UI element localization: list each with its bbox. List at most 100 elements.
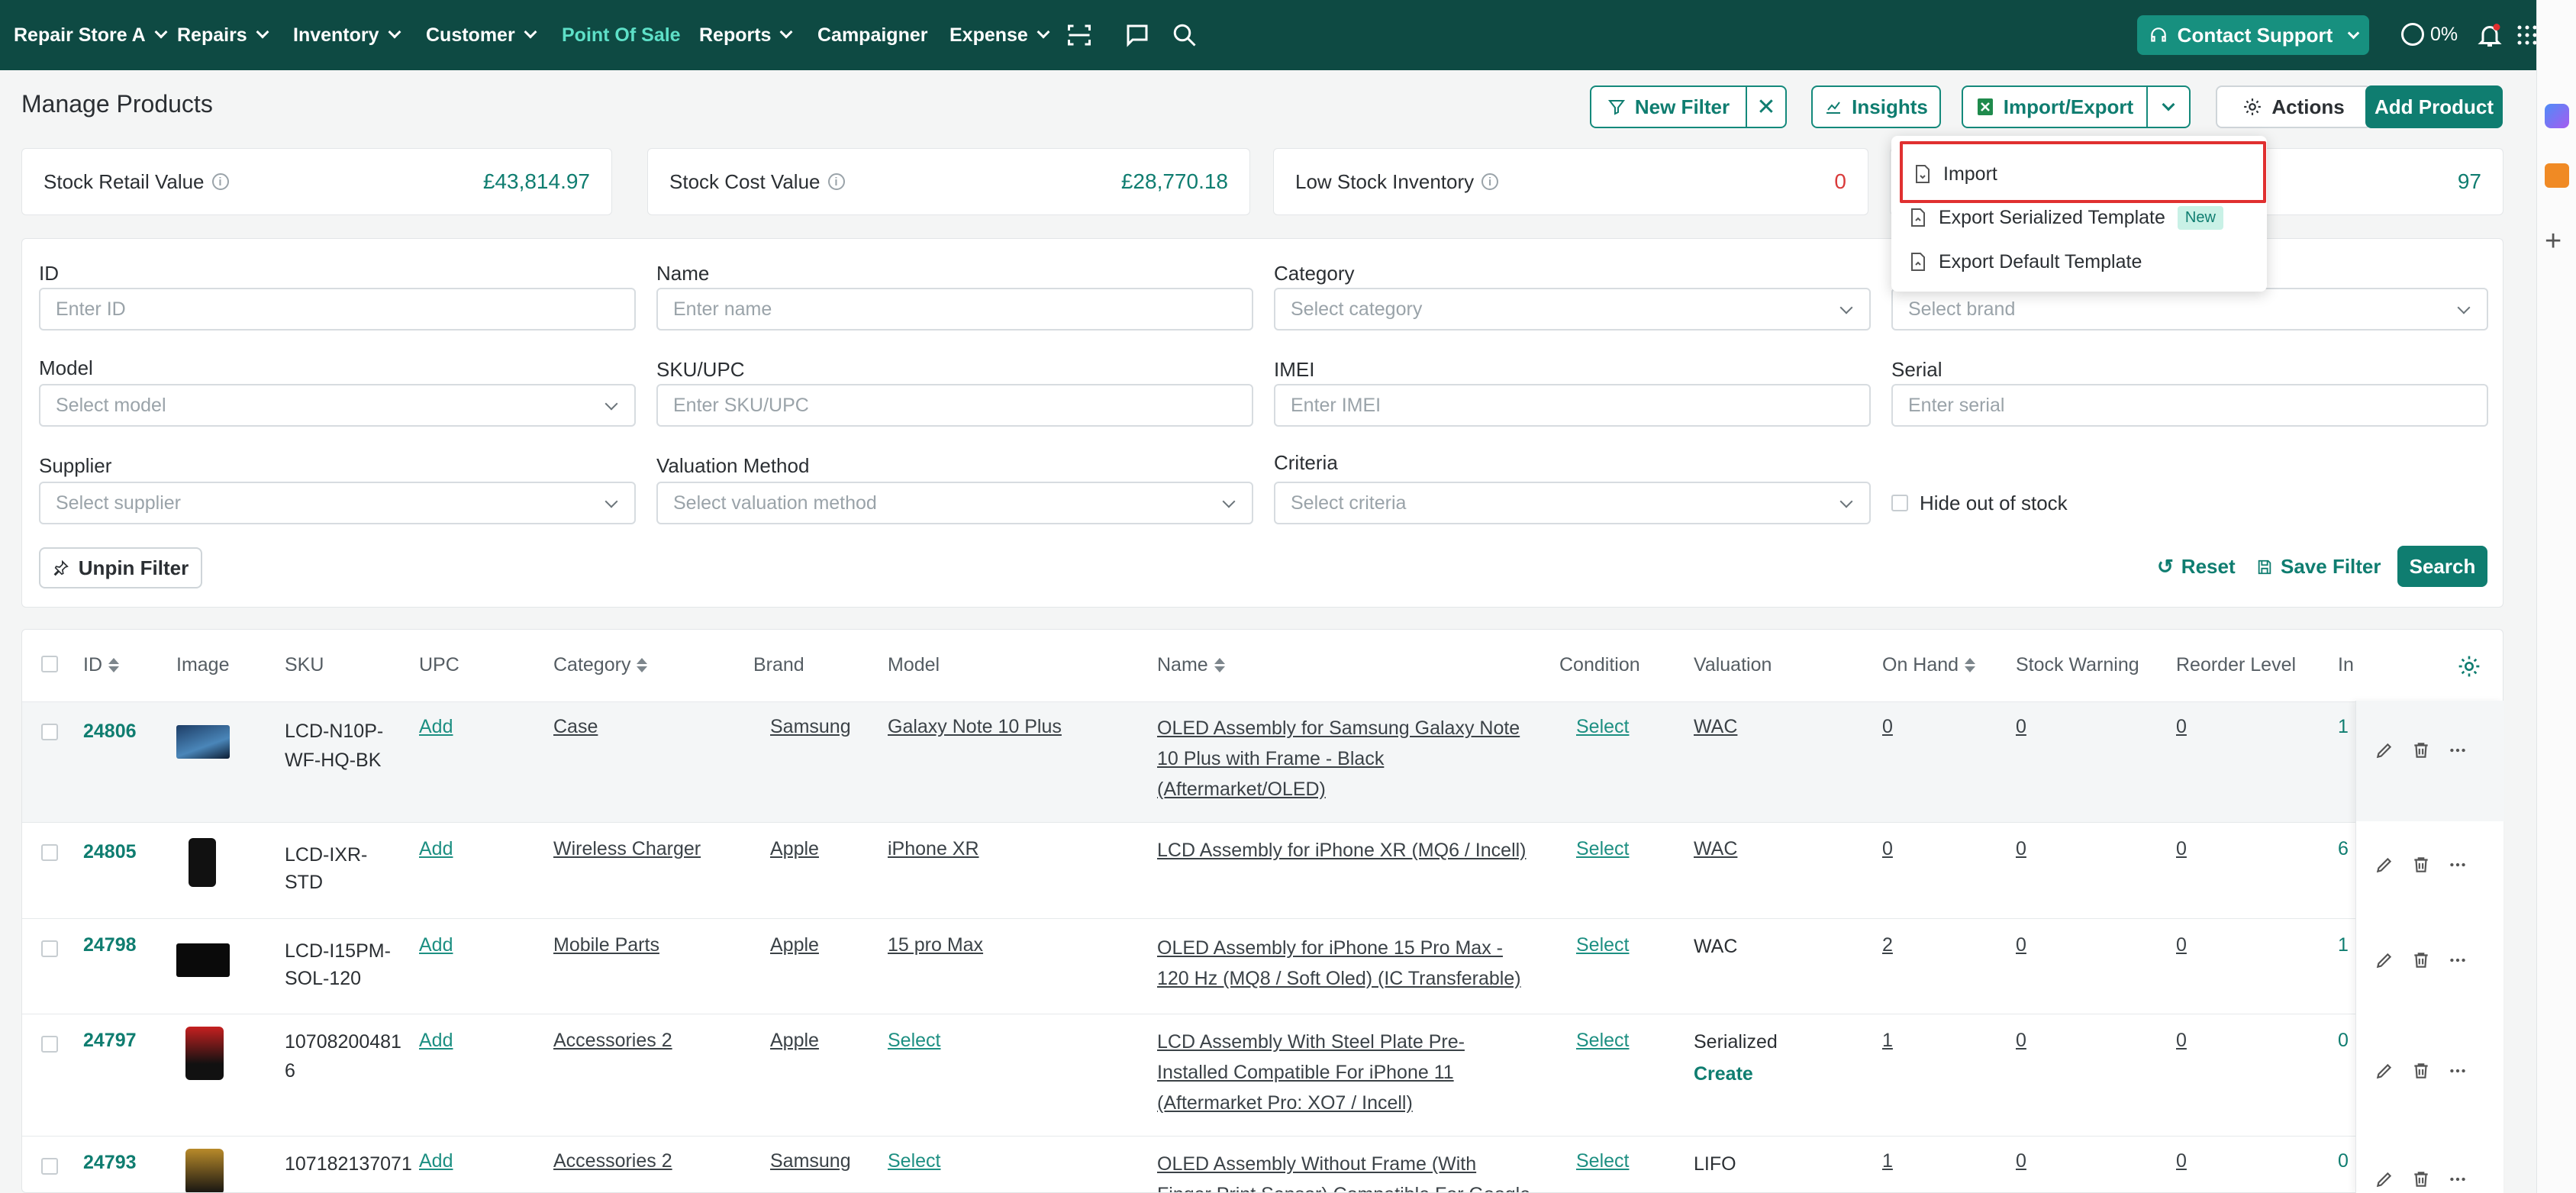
product-image[interactable] [185,1149,224,1192]
chat-icon[interactable] [1124,21,1151,49]
contact-support-button[interactable]: Contact Support [2137,15,2369,55]
row-model-link[interactable]: Galaxy Note 10 Plus [888,711,1062,742]
bell-icon[interactable] [2476,21,2503,49]
row-checkbox[interactable] [41,1036,58,1053]
product-image[interactable] [185,1027,224,1080]
more-icon[interactable] [2448,1061,2468,1081]
trash-icon[interactable] [2411,855,2431,875]
row-on-hand[interactable]: 0 [1882,833,1893,864]
row-upc-add-link[interactable]: Add [419,930,453,960]
trash-icon[interactable] [2411,950,2431,970]
sku-input[interactable]: Enter SKU/UPC [656,384,1253,427]
row-checkbox[interactable] [41,940,58,957]
category-select[interactable]: Select category [1274,288,1871,330]
table-row[interactable]: 24793 107182137071 Add Accessories 2 Sam… [22,1136,2503,1192]
search-button[interactable]: Search [2397,546,2487,587]
row-condition-select[interactable]: Select [1576,930,1629,960]
save-filter-button[interactable]: Save Filter [2256,555,2381,579]
name-input[interactable]: Enter name [656,288,1253,330]
row-name-line2[interactable]: 10 Plus with Frame - Black [1157,743,1384,774]
unpin-filter-button[interactable]: Unpin Filter [39,547,202,588]
row-stock-warning[interactable]: 0 [2016,711,2026,742]
row-on-hand[interactable]: 1 [1882,1146,1893,1176]
row-upc-add-link[interactable]: Add [419,711,453,742]
row-condition-select[interactable]: Select [1576,1025,1629,1056]
row-category-link[interactable]: Case [553,711,598,742]
row-checkbox[interactable] [41,724,58,740]
edit-icon[interactable] [2374,855,2394,875]
col-header-id[interactable]: ID [83,654,119,676]
valuation-select[interactable]: Select valuation method [656,482,1253,524]
product-image[interactable] [176,725,230,759]
nav-customer[interactable]: Customer [426,0,537,70]
row-create-link[interactable]: Create [1694,1059,1753,1089]
imei-input[interactable]: Enter IMEI [1274,384,1871,427]
row-name-line3[interactable]: (Aftermarket Pro: XO7 / Incell) [1157,1088,1413,1118]
nav-expense[interactable]: Expense [949,0,1050,70]
row-stock-warning[interactable]: 0 [2016,833,2026,864]
row-upc-add-link[interactable]: Add [419,1146,453,1176]
nav-reports[interactable]: Reports [699,0,793,70]
nav-point-of-sale[interactable]: Point Of Sale [562,0,681,70]
row-reorder-level[interactable]: 0 [2176,1025,2187,1056]
new-filter-button[interactable]: New Filter [1590,85,1747,128]
clear-filter-button[interactable]: ✕ [1746,85,1787,128]
reset-button[interactable]: ↺ Reset [2157,555,2236,579]
row-brand-link[interactable]: Samsung [770,711,851,742]
copilot-icon[interactable] [2545,104,2569,128]
row-brand-link[interactable]: Apple [770,833,819,864]
info-icon[interactable]: i [211,173,229,190]
info-icon[interactable]: i [1481,173,1499,190]
more-icon[interactable] [2448,950,2468,970]
row-upc-add-link[interactable]: Add [419,833,453,864]
row-category-link[interactable]: Accessories 2 [553,1025,672,1056]
row-name-line1[interactable]: OLED Assembly for Samsung Galaxy Note [1157,713,1520,743]
apps-grid-icon[interactable] [2516,21,2539,49]
row-brand-link[interactable]: Samsung [770,1146,851,1176]
row-condition-select[interactable]: Select [1576,833,1629,864]
row-name-line1[interactable]: LCD Assembly for iPhone XR (MQ6 / Incell… [1157,835,1527,866]
row-condition-select[interactable]: Select [1576,1146,1629,1176]
id-input[interactable]: Enter ID [39,288,636,330]
progress-indicator[interactable]: 0% [2401,23,2458,46]
notes-icon[interactable] [2545,163,2569,188]
row-name-line2[interactable]: Finger Print Sensor) Compatible For Goog… [1157,1179,1530,1192]
row-on-hand[interactable]: 2 [1882,930,1893,960]
row-name-line3[interactable]: (Aftermarket/OLED) [1157,774,1326,804]
edit-icon[interactable] [2374,740,2394,760]
import-export-button[interactable]: Import/Export [1962,85,2148,128]
hide-out-of-stock-checkbox[interactable] [1891,495,1908,511]
info-icon[interactable]: i [827,173,845,190]
row-brand-link[interactable]: Apple [770,930,819,960]
row-upc-add-link[interactable]: Add [419,1025,453,1056]
nav-campaigner[interactable]: Campaigner [817,0,927,70]
more-icon[interactable] [2448,740,2468,760]
row-category-link[interactable]: Mobile Parts [553,930,659,960]
row-reorder-level[interactable]: 0 [2176,930,2187,960]
add-product-button[interactable]: Add Product [2365,85,2503,128]
row-name-line1[interactable]: LCD Assembly With Steel Plate Pre- [1157,1027,1465,1057]
row-name-line1[interactable]: OLED Assembly for iPhone 15 Pro Max - [1157,933,1503,963]
row-name-line2[interactable]: Installed Compatible For iPhone 11 [1157,1057,1454,1088]
column-settings-gear-icon[interactable] [2457,654,2481,679]
actions-button[interactable]: Actions [2216,85,2371,128]
select-all-checkbox[interactable] [41,656,58,672]
row-on-hand[interactable]: 1 [1882,1025,1893,1056]
trash-icon[interactable] [2411,1061,2431,1081]
row-reorder-level[interactable]: 0 [2176,1146,2187,1176]
row-reorder-level[interactable]: 0 [2176,833,2187,864]
row-valuation[interactable]: WAC [1694,833,1737,864]
more-icon[interactable] [2448,855,2468,875]
row-stock-warning[interactable]: 0 [2016,930,2026,960]
serial-input[interactable]: Enter serial [1891,384,2488,427]
col-header-category[interactable]: Category [553,654,648,676]
product-image[interactable] [189,838,216,887]
edit-icon[interactable] [2374,950,2394,970]
table-row[interactable]: 24806 LCD-N10P- WF-HQ-BK Add Case Samsun… [22,701,2503,822]
row-model-link[interactable]: 15 pro Max [888,930,983,960]
row-model-link[interactable]: iPhone XR [888,833,979,864]
search-icon[interactable] [1171,21,1198,49]
row-checkbox[interactable] [41,844,58,861]
row-stock-warning[interactable]: 0 [2016,1146,2026,1176]
row-valuation[interactable]: WAC [1694,711,1737,742]
